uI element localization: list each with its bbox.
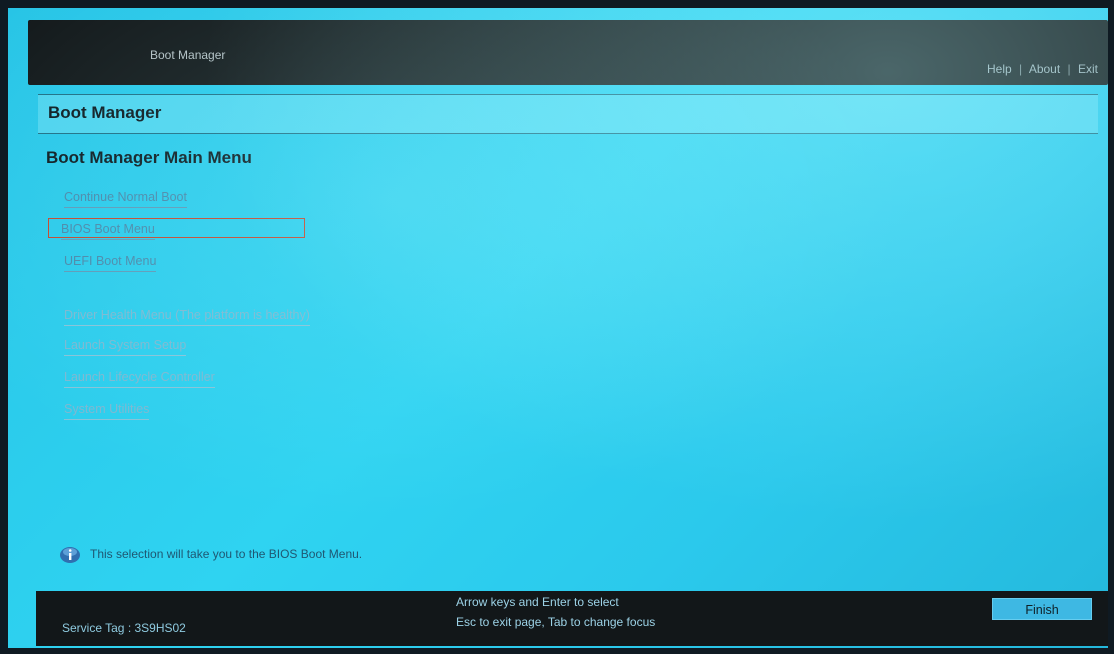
bios-screen: Boot Manager Help | About | Exit Boot Ma… — [8, 8, 1108, 648]
key-hint-exit: Esc to exit page, Tab to change focus — [456, 615, 656, 629]
top-bar-links: Help | About | Exit — [987, 62, 1098, 76]
menu-item-label: UEFI Boot Menu — [64, 254, 157, 272]
menu-item-driver-health-menu[interactable]: Driver Health Menu (The platform is heal… — [48, 306, 326, 326]
menu-item-system-utilities[interactable]: System Utilities — [48, 400, 165, 420]
page-header: Boot Manager — [38, 94, 1098, 134]
page-title: Boot Manager — [48, 103, 162, 122]
top-bar-title: Boot Manager — [150, 48, 226, 62]
link-separator: | — [1067, 62, 1071, 76]
info-text: This selection will take you to the BIOS… — [90, 547, 363, 561]
menu-item-continue-normal-boot[interactable]: Continue Normal Boot — [48, 188, 203, 208]
menu-item-label: Continue Normal Boot — [64, 190, 187, 208]
help-info: This selection will take you to the BIOS… — [60, 544, 560, 564]
boot-menu: Continue Normal Boot BIOS Boot Menu UEFI… — [48, 188, 648, 448]
menu-item-label: Launch System Setup — [64, 338, 187, 356]
menu-item-label: BIOS Boot Menu — [61, 222, 155, 240]
key-hint-select: Arrow keys and Enter to select — [456, 595, 619, 609]
exit-link[interactable]: Exit — [1078, 62, 1098, 76]
menu-title: Boot Manager Main Menu — [46, 148, 252, 167]
menu-item-label: System Utilities — [64, 402, 150, 420]
service-tag: Service Tag : 3S9HS02 — [62, 621, 186, 635]
menu-item-label: Launch Lifecycle Controller — [64, 370, 215, 388]
menu-item-label: Driver Health Menu (The platform is heal… — [64, 308, 310, 326]
top-bar: Boot Manager Help | About | Exit — [28, 20, 1108, 85]
menu-item-launch-lifecycle-controller[interactable]: Launch Lifecycle Controller — [48, 368, 231, 388]
menu-item-launch-system-setup[interactable]: Launch System Setup — [48, 336, 202, 356]
about-link[interactable]: About — [1029, 62, 1060, 76]
bottom-bar: Service Tag : 3S9HS02 Arrow keys and Ent… — [36, 591, 1108, 646]
link-separator: | — [1019, 62, 1023, 76]
menu-item-bios-boot-menu[interactable]: BIOS Boot Menu — [48, 218, 305, 240]
info-icon — [60, 547, 80, 563]
help-link[interactable]: Help — [987, 62, 1012, 76]
finish-button[interactable]: Finish — [992, 598, 1092, 620]
menu-item-uefi-boot-menu[interactable]: UEFI Boot Menu — [48, 252, 172, 272]
